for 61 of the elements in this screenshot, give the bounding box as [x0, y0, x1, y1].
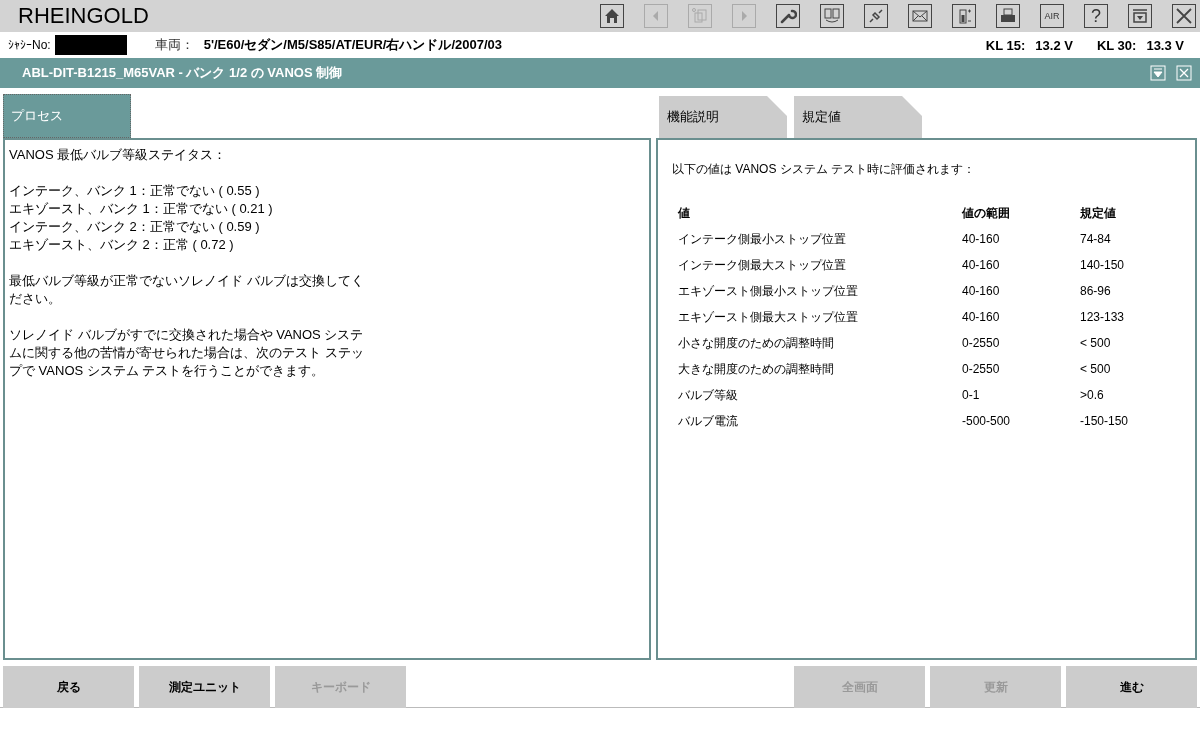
table-cell-text: 74-84: [1079, 231, 1112, 248]
footer-button[interactable]: 戻る: [3, 666, 134, 708]
help-button[interactable]: ?: [1084, 4, 1108, 28]
paragraph: インテーク、バンク 2：正常でない ( 0.59 ): [9, 218, 261, 236]
table-cell-text: < 500: [1079, 335, 1112, 352]
table-cell-text: -500-500: [961, 413, 1012, 430]
table-cell-text: エキゾースト側最大ストップ位置: [677, 309, 859, 326]
table-cell-text: 40-160: [961, 231, 1001, 248]
voltage-label: KL 15:: [985, 37, 1026, 53]
paragraph: エキゾースト、バンク 2：正常 ( 0.72 ): [9, 236, 235, 254]
column-header: 規定値: [1079, 205, 1117, 222]
printer-icon[interactable]: [996, 4, 1020, 28]
table-cell-text: バルブ等級: [677, 387, 739, 404]
vehicle-label: 車両：: [154, 36, 194, 54]
table-cell-text: 0-2550: [961, 361, 1001, 378]
app-title: RHEINGOLD: [18, 3, 150, 29]
tab[interactable]: 規定値: [794, 96, 922, 138]
paragraph: インテーク、バンク 1：正常でない ( 0.55 ): [9, 182, 261, 200]
minimize-icon[interactable]: [1150, 65, 1166, 81]
table-cell-text: 大きな開度のための調整時間: [677, 361, 835, 378]
air-search-button[interactable]: AIR: [1040, 4, 1064, 28]
close-icon[interactable]: [1172, 4, 1196, 28]
table-cell-text: 86-96: [1079, 283, 1112, 300]
table-cell-text: 40-160: [961, 283, 1001, 300]
wrench-icon[interactable]: [776, 4, 800, 28]
tab[interactable]: 機能説明: [659, 96, 787, 138]
paragraph: エキゾースト、バンク 1：正常でない ( 0.21 ): [9, 200, 274, 218]
table-cell-text: 小さな開度のための調整時間: [677, 335, 835, 352]
column-header: 値: [677, 205, 691, 222]
panel-icon[interactable]: [1128, 4, 1152, 28]
paragraph: VANOS 最低バルブ等級ステイタス：: [9, 146, 228, 164]
vehicle-value: 5'/E60/セダン/M5/S85/AT/EUR/右ハンドル/2007/03: [203, 36, 503, 54]
table-cell-text: 40-160: [961, 309, 1001, 326]
intro-text: 以下の値は VANOS システム テスト時に評価されます：: [672, 161, 977, 178]
table-cell-text: 0-2550: [961, 335, 1001, 352]
table-cell-text: 40-160: [961, 257, 1001, 274]
table-cell-text: インテーク側最小ストップ位置: [677, 231, 847, 248]
envelope-icon[interactable]: [908, 4, 932, 28]
table-cell-text: インテーク側最大ストップ位置: [677, 257, 847, 274]
window-title: ABL-DIT-B1215_M65VAR - バンク 1/2 の VANOS 制御: [22, 64, 343, 82]
voltage-value: 13.2 V: [1035, 37, 1073, 53]
column-header: 値の範囲: [961, 205, 1011, 222]
paragraph: ソレノイド バルブがすでに交換された場合や VANOS システムに関する他の苦情が寄せられた場合は、次のテスト ステップで VANOS システム テストを行うことができます。: [9, 326, 365, 380]
plug-icon[interactable]: [864, 4, 888, 28]
home-icon[interactable]: [600, 4, 624, 28]
footer-button[interactable]: 測定ユニット: [139, 666, 270, 708]
table-cell-text: バルブ電流: [677, 413, 739, 430]
voltage-value: 13.3 V: [1146, 37, 1184, 53]
table-cell-text: 140-150: [1079, 257, 1126, 274]
footer-button[interactable]: 進む: [1066, 666, 1197, 708]
voltage-label: KL 30:: [1096, 37, 1137, 53]
battery-icon[interactable]: [952, 4, 976, 28]
table-cell-text: エキゾースト側最小ストップ位置: [677, 283, 859, 300]
chassis-label: ｼｬｼｰNo:: [8, 38, 51, 52]
table-cell-text: < 500: [1079, 361, 1112, 378]
paragraph: 最低バルブ等級が正常でないソレノイド バルブは交換してください。: [9, 272, 365, 308]
table-cell-text: 0-1: [961, 387, 981, 404]
table-cell-text: 123-133: [1079, 309, 1126, 326]
swap-icon[interactable]: [820, 4, 844, 28]
table-cell-text: >0.6: [1079, 387, 1105, 404]
table-cell-text: -150-150: [1079, 413, 1130, 430]
